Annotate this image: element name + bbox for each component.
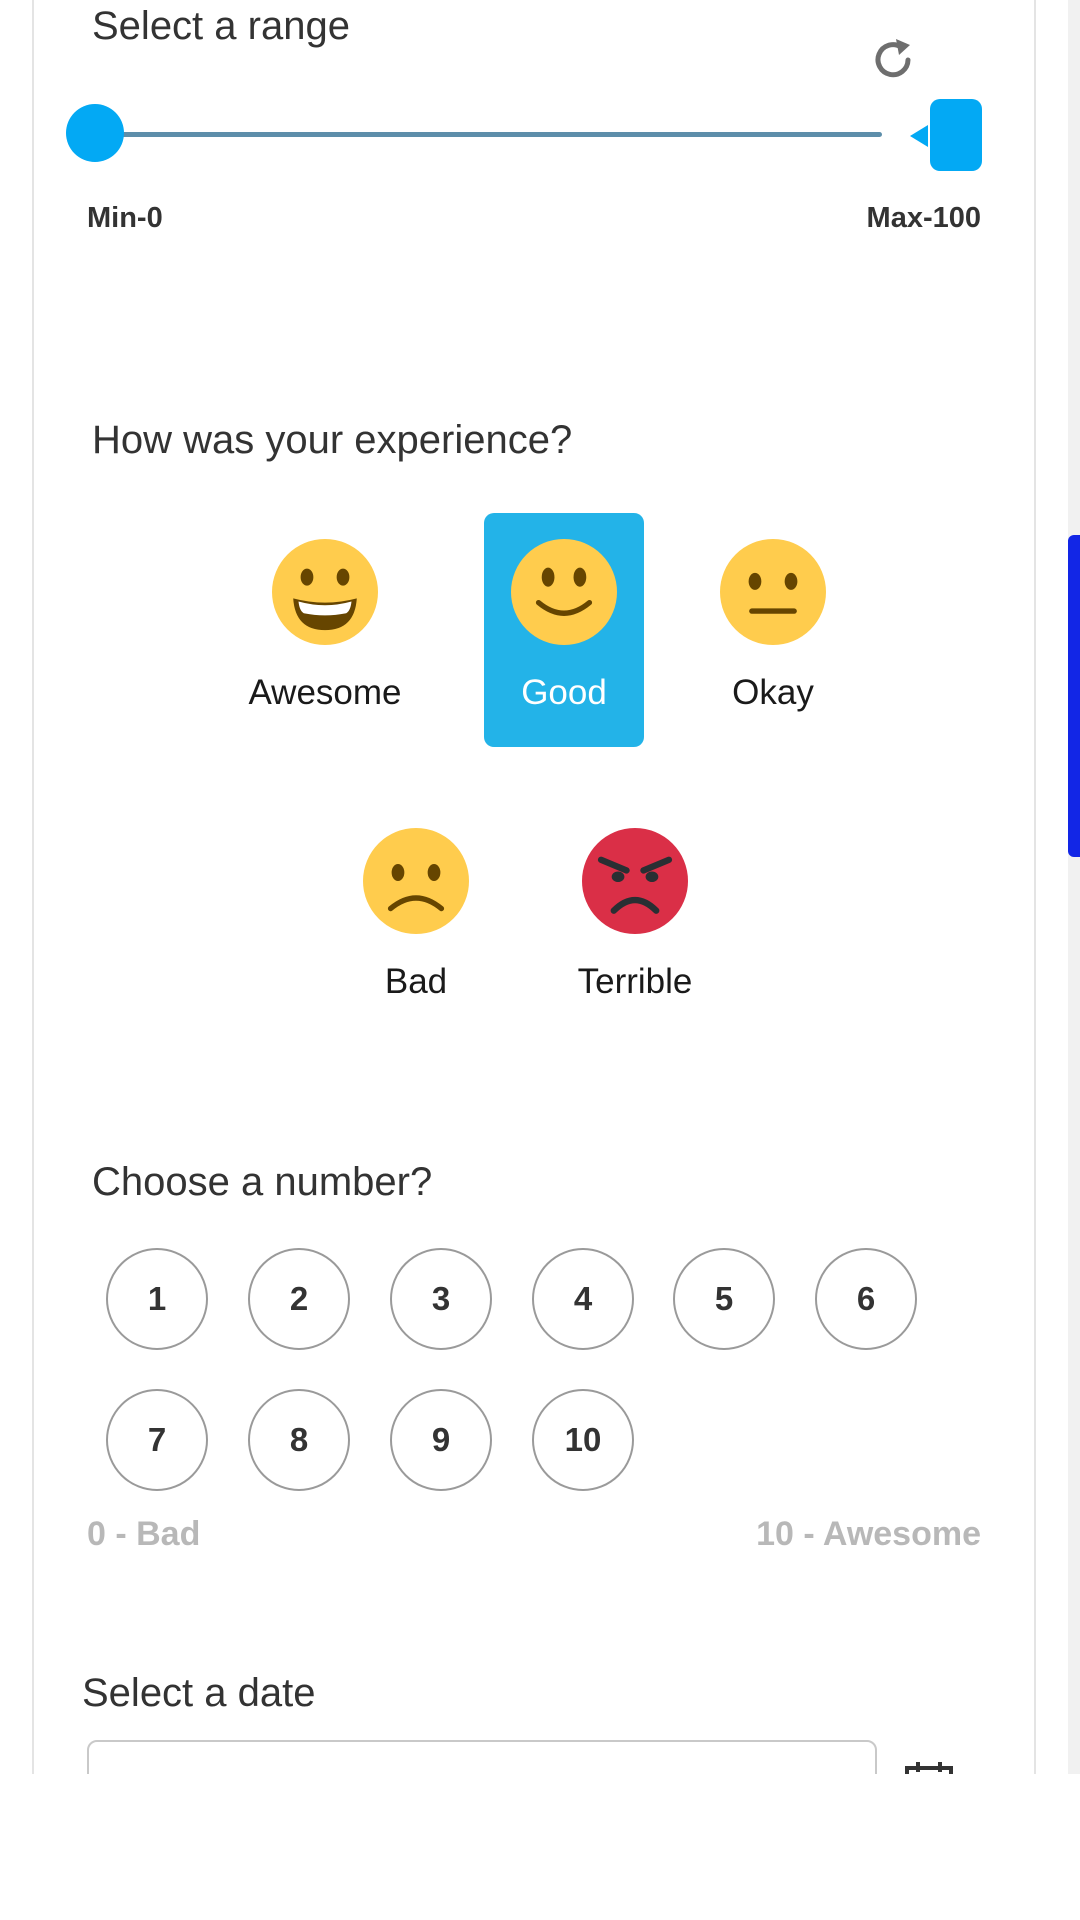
rating-terrible-option[interactable]: Terrible <box>555 802 715 1036</box>
grinning-face-icon <box>272 539 378 645</box>
rating-okay-option[interactable]: Okay <box>693 513 853 747</box>
slightly-smiling-face-icon <box>511 539 617 645</box>
page-scrollbar[interactable] <box>1068 0 1080 1774</box>
number-option-4[interactable]: 4 <box>532 1248 634 1350</box>
scale-high-label: 10 - Awesome <box>756 1515 981 1553</box>
date-title: Select a date <box>82 1671 316 1715</box>
number-option-8[interactable]: 8 <box>248 1389 350 1491</box>
angry-face-icon <box>582 828 688 934</box>
range-max-handle[interactable] <box>910 99 982 171</box>
number-option-3[interactable]: 3 <box>390 1248 492 1350</box>
rating-good-option[interactable]: Good <box>484 513 644 747</box>
rating-bad-option[interactable]: Bad <box>336 802 496 1036</box>
number-option-1[interactable]: 1 <box>106 1248 208 1350</box>
calendar-icon[interactable] <box>904 1762 954 1774</box>
scale-low-label: 0 - Bad <box>87 1515 201 1553</box>
frowning-face-icon <box>363 828 469 934</box>
date-input[interactable] <box>87 1740 877 1774</box>
form-card <box>32 0 1036 1774</box>
rating-label: Terrible <box>577 962 693 1001</box>
number-option-5[interactable]: 5 <box>673 1248 775 1350</box>
rating-awesome-option[interactable]: Awesome <box>245 513 405 747</box>
number-option-9[interactable]: 9 <box>390 1389 492 1491</box>
reset-icon[interactable] <box>868 35 918 85</box>
range-min-handle[interactable] <box>66 104 124 162</box>
number-title: Choose a number? <box>92 1160 433 1204</box>
scrollbar-thumb[interactable] <box>1068 535 1080 857</box>
rating-label: Good <box>521 673 607 712</box>
number-option-6[interactable]: 6 <box>815 1248 917 1350</box>
neutral-face-icon <box>720 539 826 645</box>
range-slider-track[interactable] <box>94 132 882 137</box>
page-viewport: Select a range Min-0 Max-100 How was you… <box>0 0 1080 1774</box>
experience-title: How was your experience? <box>92 418 573 462</box>
rating-label: Okay <box>732 673 814 712</box>
number-option-7[interactable]: 7 <box>106 1389 208 1491</box>
range-min-label: Min-0 <box>87 202 163 234</box>
rating-label: Bad <box>384 962 448 1001</box>
number-option-2[interactable]: 2 <box>248 1248 350 1350</box>
range-title: Select a range <box>92 4 350 48</box>
range-max-label: Max-100 <box>866 202 981 234</box>
rating-label: Awesome <box>248 673 402 712</box>
number-option-10[interactable]: 10 <box>532 1389 634 1491</box>
